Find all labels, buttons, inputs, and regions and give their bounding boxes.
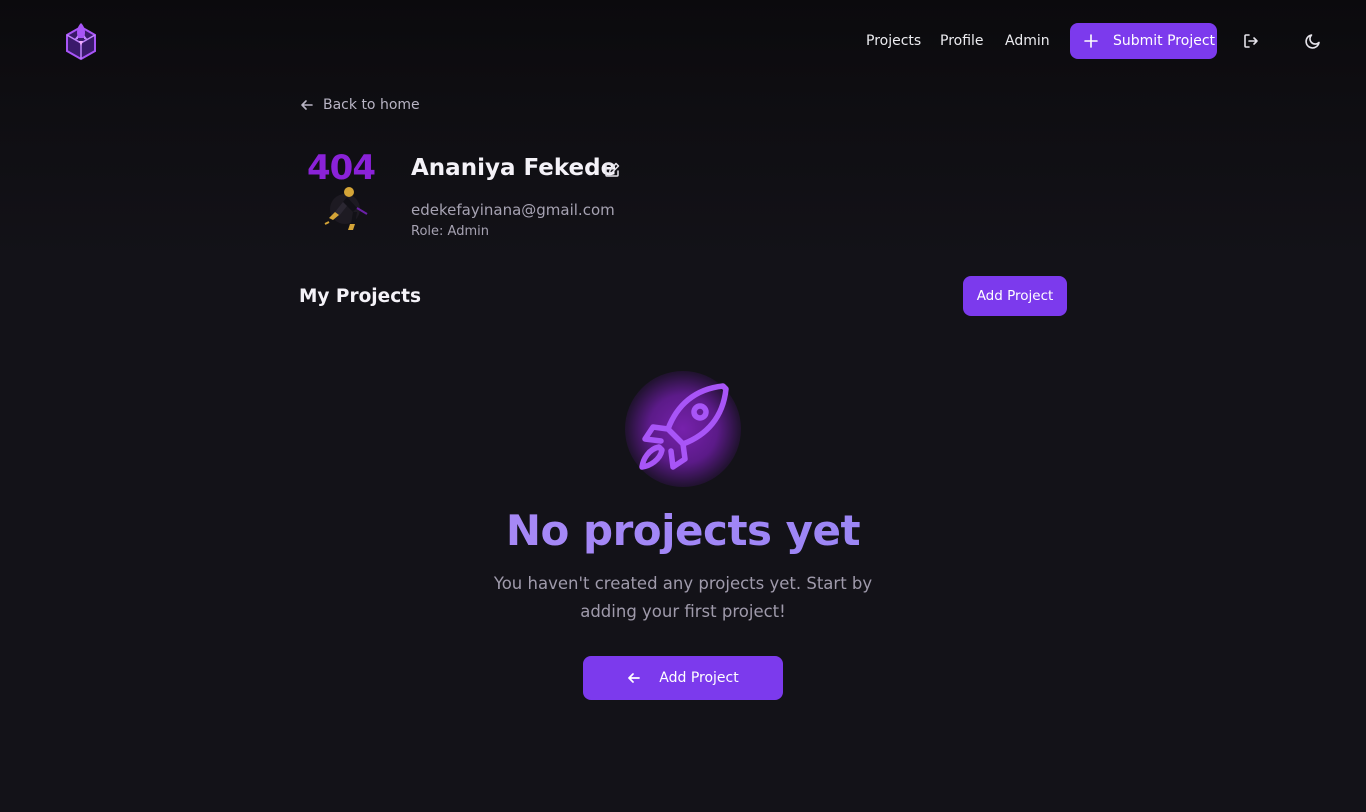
my-projects-heading: My Projects xyxy=(299,286,422,307)
empty-state-add-project-label: Add Project xyxy=(659,670,739,686)
top-navbar: Projects Profile Admin Submit Project xyxy=(0,0,1366,84)
nav-link-profile[interactable]: Profile xyxy=(940,33,984,49)
back-to-home-link[interactable]: Back to home xyxy=(300,97,420,113)
avatar-figure-icon xyxy=(324,187,368,230)
rocket-cube-logo-icon[interactable] xyxy=(63,21,99,61)
rocket-icon xyxy=(639,383,729,470)
user-email: edekefayinana@gmail.com xyxy=(411,201,615,219)
nav-link-admin[interactable]: Admin xyxy=(1005,33,1050,49)
edit-profile-icon[interactable] xyxy=(603,161,621,179)
submit-project-label: Submit Project xyxy=(1113,33,1216,49)
logout-icon[interactable] xyxy=(1240,30,1262,52)
avatar[interactable]: 404 xyxy=(305,146,391,246)
empty-state-add-project-button[interactable]: Add Project xyxy=(583,656,783,700)
empty-state-title: No projects yet xyxy=(0,506,1366,555)
arrow-left-icon xyxy=(301,100,313,110)
user-role: Role: Admin xyxy=(411,224,489,239)
back-to-home-label: Back to home xyxy=(323,97,420,113)
user-name: Ananiya Fekede xyxy=(411,155,617,181)
add-project-button[interactable]: Add Project xyxy=(963,276,1067,316)
moon-icon[interactable] xyxy=(1302,30,1324,52)
arrow-left-icon xyxy=(628,673,641,683)
page: Projects Profile Admin Submit Project Ba… xyxy=(0,0,1366,812)
submit-project-button[interactable]: Submit Project xyxy=(1070,23,1217,59)
empty-state-message: You haven't created any projects yet. St… xyxy=(493,574,873,621)
nav-link-projects[interactable]: Projects xyxy=(866,33,921,49)
add-project-label: Add Project xyxy=(976,288,1054,304)
plus-icon xyxy=(1084,34,1098,48)
